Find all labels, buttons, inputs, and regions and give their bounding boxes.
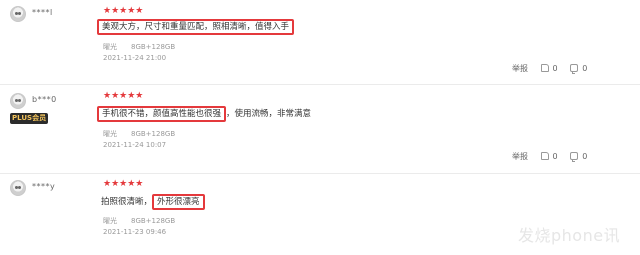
variant-spec: 8GB+128GB — [131, 43, 176, 51]
report-link[interactable]: 举报 — [512, 63, 528, 74]
variant-spec: 8GB+128GB — [131, 217, 176, 225]
product-variant: 曜光 8GB+128GB — [103, 129, 175, 139]
plus-member-badge: PLUS会员 — [10, 113, 49, 124]
product-variant: 曜光 8GB+128GB — [103, 42, 175, 52]
reply-count: 0 — [582, 152, 588, 161]
review-actions: 举报 0 0 — [512, 151, 597, 162]
review-date: 2021-11-24 21:00 — [103, 54, 167, 62]
avatar[interactable] — [10, 180, 26, 196]
highlighted-text: 手机很不错，颜值高性能也很强 — [97, 106, 227, 122]
thumbs-up-icon — [540, 64, 549, 72]
like-count: 0 — [552, 64, 558, 73]
watermark: 发烧phone讯 — [518, 226, 621, 245]
star-rating: ★★★★★ — [103, 179, 144, 189]
star-rating: ★★★★★ — [103, 6, 144, 16]
comment-icon — [570, 152, 579, 162]
like-button[interactable]: 0 — [540, 152, 558, 161]
review-item: b***0 PLUS会员 ★★★★★ 手机很不错，颜值高性能也很强 ，使用流畅，非… — [0, 85, 640, 173]
variant-spec: 8GB+128GB — [131, 130, 176, 138]
review-text-prefix: 拍照很清晰， — [101, 197, 153, 207]
reply-count: 0 — [582, 64, 588, 73]
review-text: 手机很不错，颜值高性能也很强 ，使用流畅，非常满意 — [97, 106, 312, 122]
highlighted-text: 外形很漂亮 — [152, 194, 205, 210]
reply-button[interactable]: 0 — [570, 64, 588, 74]
avatar[interactable] — [10, 93, 26, 109]
thumbs-up-icon — [540, 152, 549, 160]
review-text: 美观大方，尺寸和重量匹配，照相清晰，值得入手 — [97, 19, 295, 35]
reply-button[interactable]: 0 — [570, 152, 588, 162]
review-date: 2021-11-23 09:46 — [103, 228, 167, 236]
avatar[interactable] — [10, 6, 26, 22]
review-text: 拍照很清晰， 外形很漂亮 — [101, 194, 205, 210]
product-variant: 曜光 8GB+128GB — [103, 216, 175, 226]
report-link[interactable]: 举报 — [512, 151, 528, 162]
username: b***0 — [32, 95, 57, 104]
like-count: 0 — [552, 152, 558, 161]
comment-icon — [570, 64, 579, 74]
like-button[interactable]: 0 — [540, 64, 558, 73]
review-text-rest: ，使用流畅，非常满意 — [226, 109, 312, 119]
variant-color: 曜光 — [103, 43, 117, 51]
username: ****l — [32, 8, 53, 17]
variant-color: 曜光 — [103, 217, 117, 225]
variant-color: 曜光 — [103, 130, 117, 138]
star-rating: ★★★★★ — [103, 91, 144, 101]
review-actions: 举报 0 0 — [512, 63, 597, 74]
review-date: 2021-11-24 10:07 — [103, 141, 167, 149]
username: ****y — [32, 182, 56, 191]
highlighted-text: 美观大方，尺寸和重量匹配，照相清晰，值得入手 — [97, 19, 295, 35]
review-item: ****l ★★★★★ 美观大方，尺寸和重量匹配，照相清晰，值得入手 曜光 8GB… — [0, 0, 640, 84]
